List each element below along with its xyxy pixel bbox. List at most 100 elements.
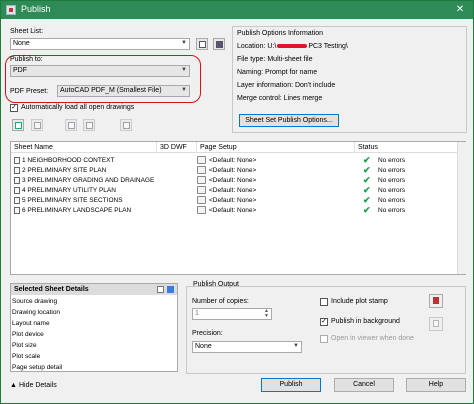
info-icon[interactable]	[167, 286, 174, 293]
plot-stamp-settings-button[interactable]	[429, 294, 443, 308]
table-row[interactable]: 4 PRELIMINARY UTILITY PLAN <Default: Non…	[11, 185, 451, 195]
detail-item: Plot scale	[12, 353, 41, 360]
move-down-button[interactable]	[83, 119, 95, 131]
add-sheets-button[interactable]	[12, 119, 24, 131]
remove-sheets-icon	[34, 122, 41, 129]
check-icon: ✔	[363, 195, 371, 205]
publish-options-title: Publish Options Information	[237, 30, 323, 37]
detail-item: Plot size	[12, 342, 37, 349]
open-in-viewer-checkbox[interactable]	[320, 335, 328, 343]
load-sheet-list-button[interactable]	[196, 38, 208, 50]
status-text: No errors	[378, 167, 406, 174]
publish-to-label: Publish to:	[10, 56, 43, 63]
file-type-text: File type: Multi-sheet file	[237, 56, 313, 63]
merge-control-text: Merge control: Lines merge	[237, 95, 323, 102]
column-header-status[interactable]: Status	[355, 142, 457, 153]
sheet-name: 4 PRELIMINARY UTILITY PLAN	[22, 187, 116, 194]
precision-select[interactable]: None ▼	[192, 341, 302, 353]
page-setup-icon	[197, 156, 206, 164]
close-icon[interactable]: ✕	[449, 3, 471, 17]
save-sheet-list-button[interactable]	[213, 38, 225, 50]
page-setup-value[interactable]: <Default: None>	[209, 176, 256, 185]
auto-load-checkbox[interactable]: ✓	[10, 104, 18, 112]
table-row[interactable]: 3 PRELIMINARY GRADING AND DRAINAGE <Defa…	[11, 175, 451, 185]
window-title: Publish	[21, 4, 51, 14]
status-text: No errors	[378, 197, 406, 204]
publish-button[interactable]: Publish	[261, 378, 321, 392]
sheet-name: 5 PRELIMINARY SITE SECTIONS	[22, 197, 123, 204]
copies-stepper[interactable]: 1 ▲ ▼	[192, 308, 272, 320]
table-row[interactable]: 2 PRELIMINARY SITE PLAN <Default: None> …	[11, 165, 451, 175]
hide-details-icon[interactable]: ▲	[10, 382, 17, 389]
remove-sheets-button[interactable]	[31, 119, 43, 131]
sheet-icon	[14, 177, 20, 184]
naming-text: Naming: Prompt for name	[237, 69, 318, 76]
publish-options-panel: Publish Options Information Location: U:…	[232, 26, 467, 133]
sheet-name: 6 PRELIMINARY LANDSCAPE PLAN	[22, 207, 132, 214]
chevron-down-icon: ▼	[181, 40, 187, 46]
publish-to-select[interactable]: PDF ▼	[10, 65, 190, 77]
status-text: No errors	[378, 207, 406, 214]
hide-details-link[interactable]: Hide Details	[19, 382, 57, 389]
table-row[interactable]: 5 PRELIMINARY SITE SECTIONS <Default: No…	[11, 195, 451, 205]
publish-to-value: PDF	[13, 67, 27, 74]
page-setup-icon	[197, 196, 206, 204]
page-setup-value[interactable]: <Default: None>	[209, 206, 256, 215]
help-button[interactable]: Help	[406, 378, 466, 392]
stepper-arrows-icon[interactable]: ▲ ▼	[264, 309, 269, 319]
column-header-page-setup[interactable]: Page Setup	[197, 142, 355, 153]
page-setup-value[interactable]: <Default: None>	[209, 156, 256, 165]
background-settings-button[interactable]	[429, 317, 443, 331]
sheet-list-label: Sheet List:	[10, 28, 44, 35]
page-setup-icon	[197, 186, 206, 194]
preview-icon	[123, 122, 130, 129]
open-in-viewer-label: Open in viewer when done	[331, 335, 414, 342]
page-setup-value[interactable]: <Default: None>	[209, 166, 256, 175]
title-bar: Publish ✕	[1, 1, 473, 19]
status-text: No errors	[378, 177, 406, 184]
chevron-down-icon: ▼	[293, 343, 299, 349]
load-list-icon	[199, 41, 206, 48]
table-row[interactable]: 1 NEIGHBORHOOD CONTEXT <Default: None> ✔…	[11, 155, 451, 165]
publish-in-background-label: Publish in background	[331, 318, 400, 325]
sheet-name: 3 PRELIMINARY GRADING AND DRAINAGE	[22, 177, 155, 184]
preview-button[interactable]	[120, 119, 132, 131]
cancel-button[interactable]: Cancel	[334, 378, 394, 392]
copies-label: Number of copies:	[192, 298, 249, 305]
page-setup-value[interactable]: <Default: None>	[209, 186, 256, 195]
location-tail: PC3 Testing\	[308, 43, 348, 50]
sheet-icon	[14, 167, 20, 174]
check-icon: ✔	[363, 165, 371, 175]
document-icon[interactable]	[157, 286, 164, 293]
settings-icon	[433, 320, 439, 327]
chevron-down-icon: ▼	[181, 87, 187, 93]
sheet-list-value: None	[13, 40, 30, 47]
detail-item: Layout name	[12, 320, 50, 327]
precision-label: Precision:	[192, 330, 223, 337]
vertical-scrollbar[interactable]	[457, 142, 466, 274]
chevron-down-icon: ▼	[181, 67, 187, 73]
details-title: Selected Sheet Details	[14, 286, 89, 293]
check-icon: ✔	[363, 155, 371, 165]
detail-item: Plot device	[12, 331, 44, 338]
table-row[interactable]: 6 PRELIMINARY LANDSCAPE PLAN <Default: N…	[11, 205, 451, 215]
include-plot-stamp-label: Include plot stamp	[331, 298, 388, 305]
pdf-preset-value: AutoCAD PDF_M (Smallest File)	[60, 87, 162, 94]
sheets-table: Sheet Name 3D DWF Page Setup Status 1 NE…	[10, 141, 466, 275]
auto-load-label: Automatically load all open drawings	[21, 104, 135, 111]
publish-in-background-checkbox[interactable]: ✓	[320, 318, 328, 326]
page-setup-value[interactable]: <Default: None>	[209, 196, 256, 205]
detail-item: Page setup detail	[12, 364, 63, 371]
check-icon: ✔	[363, 205, 371, 215]
include-plot-stamp-checkbox[interactable]	[320, 298, 328, 306]
page-setup-icon	[197, 176, 206, 184]
move-up-icon	[68, 122, 75, 129]
column-header-sheet-name[interactable]: Sheet Name	[11, 142, 157, 153]
move-up-button[interactable]	[65, 119, 77, 131]
column-header-3d-dwf[interactable]: 3D DWF	[157, 142, 197, 153]
sheet-list-select[interactable]: None ▼	[10, 38, 190, 50]
pdf-preset-select[interactable]: AutoCAD PDF_M (Smallest File) ▼	[57, 85, 190, 97]
app-icon	[6, 5, 16, 15]
details-header: Selected Sheet Details	[11, 284, 177, 295]
sheet-set-publish-options-button[interactable]: Sheet Set Publish Options...	[239, 114, 339, 127]
